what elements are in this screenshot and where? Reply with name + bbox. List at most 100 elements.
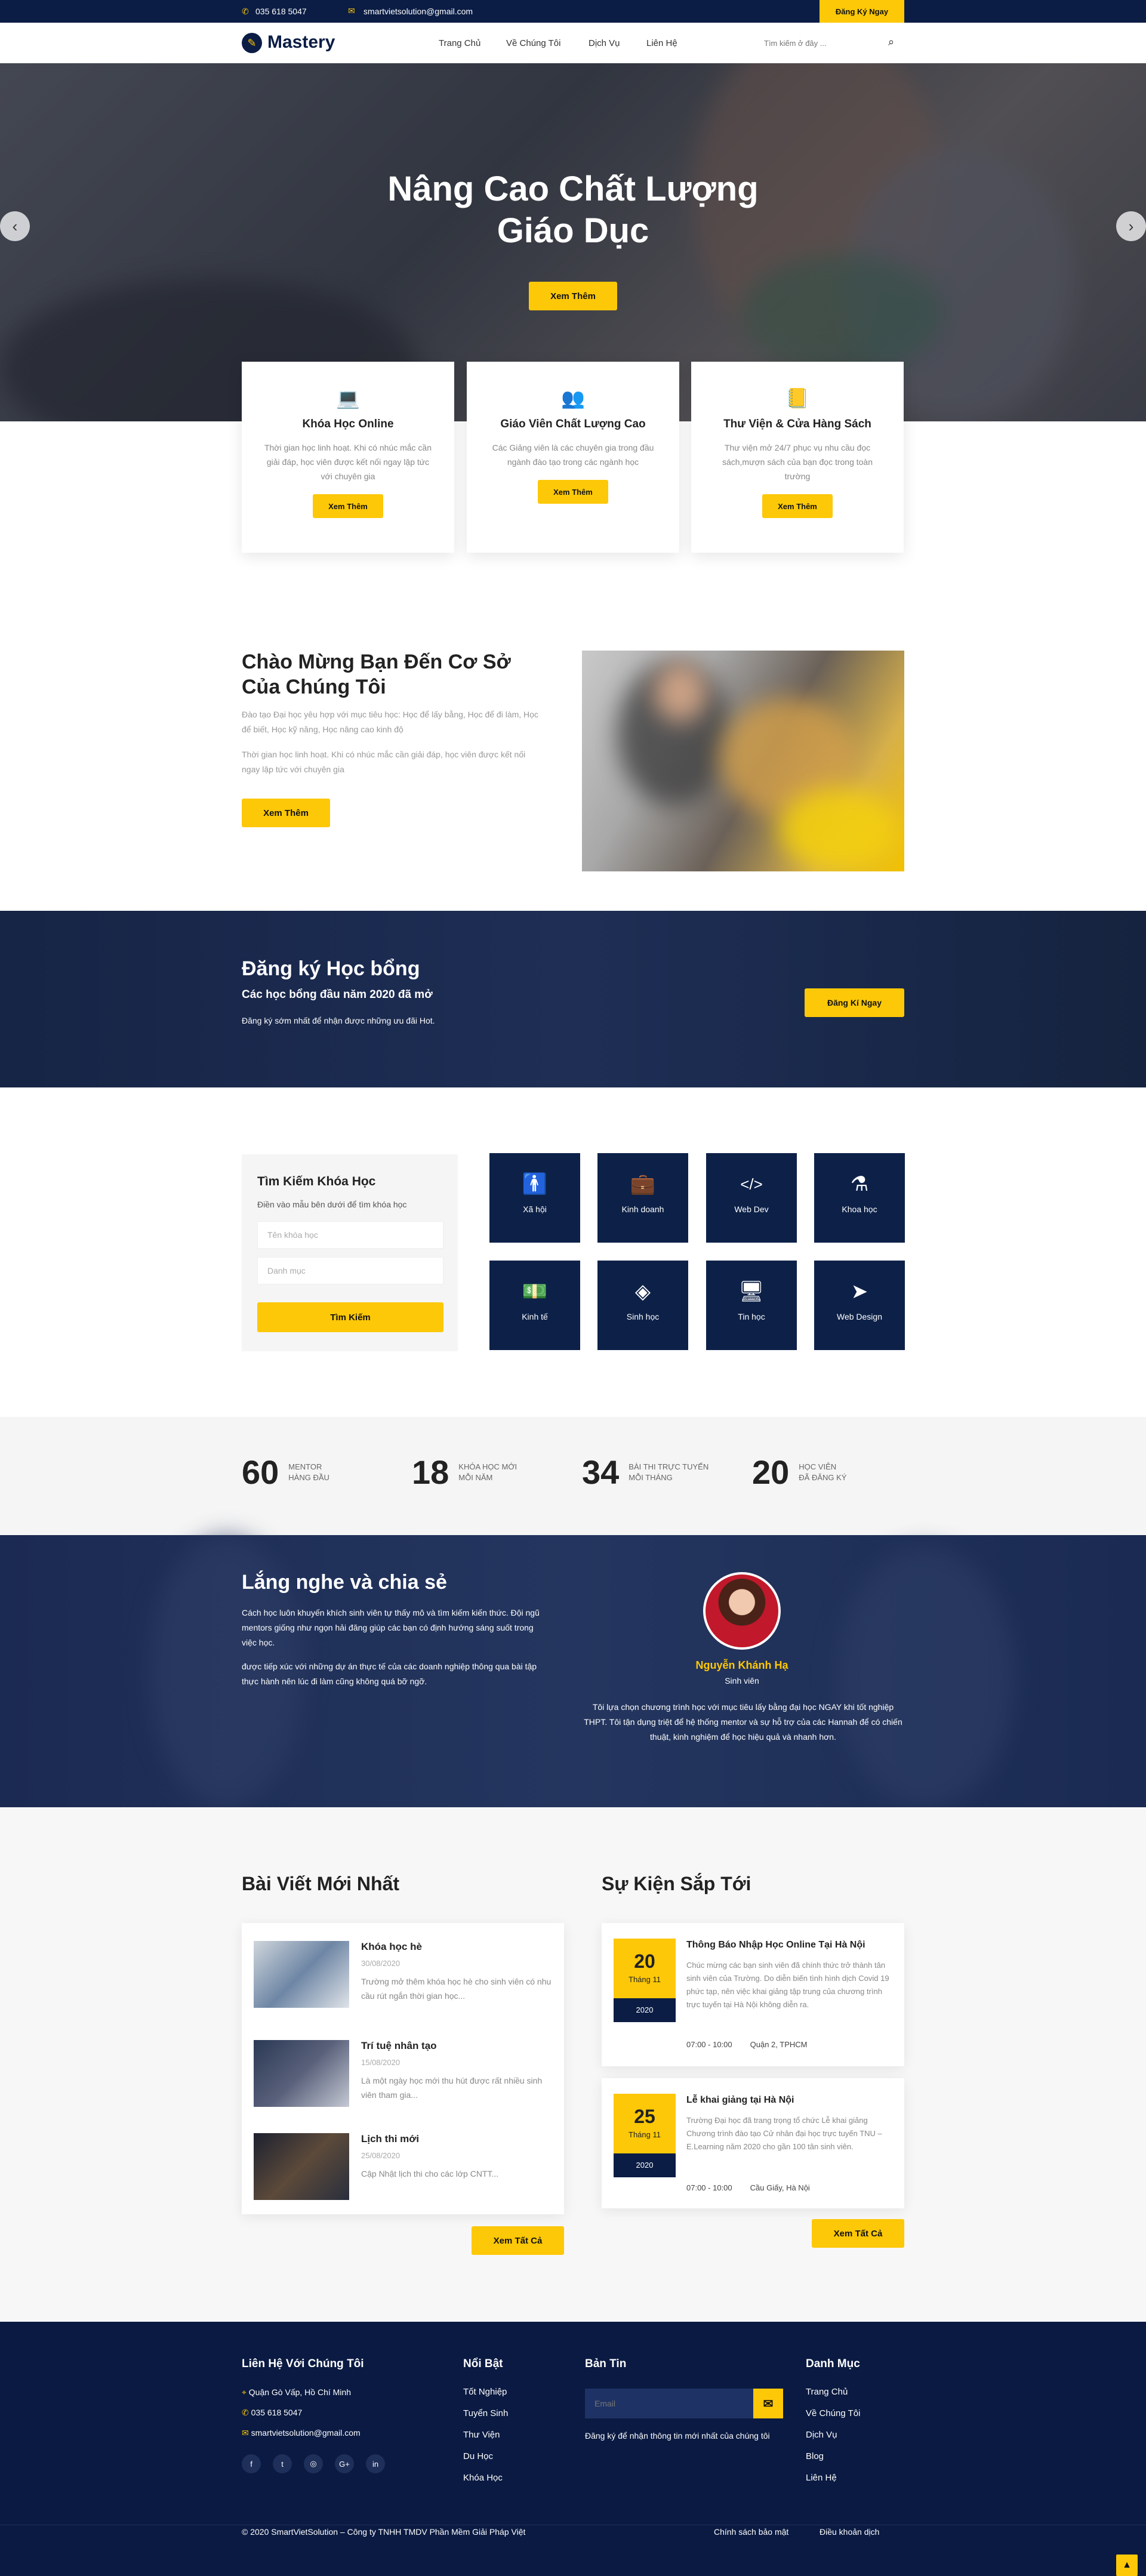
welcome-title: Chào Mừng Bạn Đến Cơ Sở Của Chúng Tôi: [242, 651, 511, 698]
feature-text: Thời gian học linh hoạt. Khi có nhúc mắc…: [264, 443, 432, 481]
news-title: Bài Viết Mới Nhất: [242, 1873, 399, 1894]
slider-next-icon[interactable]: ›: [1116, 211, 1146, 241]
facebook-icon[interactable]: f: [242, 2454, 261, 2473]
events-view-all-button[interactable]: Xem Tất Cả: [812, 2219, 904, 2248]
scholarship-subtitle: Các học bổng đầu năm 2020 đã mở: [242, 988, 433, 1001]
feature-card-online: 💻 Khóa Học Online Thời gian học linh hoạ…: [242, 362, 454, 553]
top-bar: ✆ 035 618 5047 ✉ smartvietsolution@gmail…: [0, 0, 1146, 23]
linkedin-icon[interactable]: in: [366, 2454, 385, 2473]
category-it[interactable]: 🖥 Tin học: [706, 1261, 797, 1350]
category-webdev[interactable]: </> Web Dev: [706, 1153, 797, 1243]
footer-contact-title: Liên Hệ Với Chúng Tôi: [242, 2358, 364, 2370]
news-thumb[interactable]: [254, 2133, 349, 2200]
social-links: f t ◎ G+ in: [242, 2454, 385, 2473]
feature-title: Khóa Học Online: [302, 418, 394, 430]
newsletter-email-input[interactable]: [585, 2389, 753, 2418]
nav-home[interactable]: Trang Chủ: [439, 38, 480, 48]
news-card: Khóa học hè 30/08/2020 Trường mở thêm kh…: [242, 1923, 564, 2214]
news-item-date: 15/08/2020: [361, 2058, 401, 2067]
logo-icon[interactable]: ✎: [242, 33, 262, 53]
category-economics[interactable]: 💵 Kinh tế: [489, 1261, 580, 1350]
register-now-button[interactable]: Đăng Ký Ngay: [820, 0, 904, 23]
category-business[interactable]: 💼 Kinh doanh: [597, 1153, 688, 1243]
footer: Liên Hệ Với Chúng Tôi ⌖ Quận Gò Vấp, Hồ …: [0, 2322, 1146, 2576]
nav-contact[interactable]: Liên Hệ: [646, 38, 677, 48]
laptop-icon: 💻: [336, 387, 360, 409]
nav-services[interactable]: Dịch Vụ: [589, 38, 620, 48]
news-item-title[interactable]: Khóa học hè: [361, 1941, 422, 1953]
scholarship-text: Đăng ký sớm nhất để nhận được những ưu đ…: [242, 1016, 435, 1025]
footer-email[interactable]: ✉ smartvietsolution@gmail.com: [242, 2422, 361, 2443]
hero-more-button[interactable]: Xem Thêm: [529, 282, 617, 310]
welcome-para-2: Thời gian học linh hoạt. Khi có nhúc mắc…: [242, 750, 526, 774]
book-icon: 📒: [785, 387, 809, 409]
news-thumb[interactable]: [254, 2040, 349, 2107]
news-item-date: 25/08/2020: [361, 2151, 401, 2160]
users-icon: 👥: [561, 387, 585, 409]
stat-students: 20 HỌC VIÊN ĐÃ ĐĂNG KÝ: [752, 1453, 847, 1491]
category-social[interactable]: 🚹 Xã hội: [489, 1153, 580, 1243]
welcome-para-1: Đào tạo Đại học yêu hợp với mục tiêu học…: [242, 710, 538, 734]
search-icon[interactable]: ⌕: [888, 36, 894, 48]
event-item-title[interactable]: Thông Báo Nhập Học Online Tại Hà Nội: [686, 1940, 895, 1951]
terms-link[interactable]: Điều khoản dịch: [820, 2527, 879, 2537]
testimonial-section: Lắng nghe và chia sẻ Cách học luôn khuyế…: [0, 1535, 1146, 1807]
stat-mentors: 60 MENTOR HÀNG ĐẦU: [242, 1453, 329, 1491]
feature-more-button[interactable]: Xem Thêm: [762, 494, 833, 518]
category-biology[interactable]: ◈ Sinh học: [597, 1261, 688, 1350]
phone-icon: ✆: [242, 2408, 249, 2417]
slider-prev-icon[interactable]: ‹: [0, 211, 30, 241]
testimonial-para-1: Cách học luôn khuyến khích sinh viên tự …: [242, 1608, 540, 1647]
dna-icon: ◈: [634, 1280, 651, 1303]
footer-phone: ✆ 035 618 5047: [242, 2408, 303, 2417]
google-plus-icon[interactable]: G+: [335, 2454, 354, 2473]
course-category-select[interactable]: Danh mục: [257, 1257, 443, 1284]
instagram-icon[interactable]: ◎: [304, 2454, 323, 2473]
testimonial-role: Sinh viên: [725, 1676, 759, 1686]
course-search-title: Tìm Kiếm Khóa Học: [257, 1175, 376, 1188]
newsletter-send-icon[interactable]: ✉: [753, 2389, 783, 2418]
topbar-email[interactable]: smartvietsolution@gmail.com: [363, 7, 473, 16]
location-icon: ⌖: [242, 2387, 247, 2397]
phone-icon: ✆: [242, 7, 249, 16]
money-icon: 💵: [522, 1280, 548, 1303]
feature-title: Giáo Viên Chất Lượng Cao: [500, 418, 646, 430]
person-icon: 🚹: [522, 1173, 548, 1195]
flask-icon: ⚗: [850, 1173, 869, 1195]
news-thumb[interactable]: [254, 1941, 349, 2008]
feature-title: Thư Viện & Cửa Hàng Sách: [723, 418, 871, 430]
category-webdesign[interactable]: ➤ Web Design: [814, 1261, 905, 1350]
feature-more-button[interactable]: Xem Thêm: [538, 480, 608, 504]
event-date-badge: 20 Tháng 11 2020: [614, 1939, 676, 2022]
event-item-time: 07:00 - 10:00 Cầu Giấy, Hà Nội: [686, 2183, 810, 2192]
event-card: 25 Tháng 11 2020 Lễ khai giảng tại Hà Nộ…: [602, 2078, 904, 2208]
welcome-more-button[interactable]: Xem Thêm: [242, 799, 330, 827]
news-item-title[interactable]: Trí tuệ nhân tạo: [361, 2040, 437, 2052]
news-item-text: Trường mở thêm khóa học hè cho sinh viên…: [361, 1977, 552, 2001]
stat-exams: 34 BÀI THI TRỰC TUYẾN MỖI THÁNG: [582, 1453, 709, 1491]
category-science[interactable]: ⚗ Khoa học: [814, 1153, 905, 1243]
testimonial-para-2: được tiếp xúc với những dự án thực tế củ…: [242, 1662, 537, 1686]
news-item-text: Là một ngày học mới thu hút được rất nhi…: [361, 2076, 543, 2100]
feature-more-button[interactable]: Xem Thêm: [313, 494, 383, 518]
footer-featured-title: Nổi Bật: [463, 2358, 503, 2370]
feature-card-teachers: 👥 Giáo Viên Chất Lượng Cao Các Giảng viê…: [467, 362, 679, 553]
course-search-button[interactable]: Tìm Kiếm: [257, 1302, 443, 1332]
event-item-title[interactable]: Lễ khai giảng tại Hà Nội: [686, 2095, 895, 2106]
stat-courses: 18 KHÓA HỌC MỚI MỖI NĂM: [412, 1453, 517, 1491]
news-item-title[interactable]: Lịch thi mới: [361, 2133, 419, 2145]
monitor-icon: 🖥: [738, 1280, 765, 1303]
search-input[interactable]: [758, 33, 886, 53]
news-events-section: [0, 1807, 1146, 2322]
cursor-icon: ➤: [851, 1280, 868, 1303]
event-card: 20 Tháng 11 2020 Thông Báo Nhập Học Onli…: [602, 1923, 904, 2066]
brand-name[interactable]: Mastery: [267, 32, 335, 53]
twitter-icon[interactable]: t: [273, 2454, 292, 2473]
course-name-input[interactable]: Tên khóa học: [257, 1221, 443, 1249]
news-view-all-button[interactable]: Xem Tất Cả: [472, 2226, 564, 2255]
nav-about[interactable]: Về Chúng Tôi: [506, 38, 560, 48]
back-to-top-icon[interactable]: ▲: [1116, 2555, 1138, 2576]
privacy-link[interactable]: Chính sách bảo mật: [714, 2527, 788, 2537]
navbar: ✎ Mastery Trang Chủ Về Chúng Tôi Dịch Vụ…: [0, 23, 1146, 63]
scholarship-register-button[interactable]: Đăng Kí Ngay: [805, 988, 904, 1017]
